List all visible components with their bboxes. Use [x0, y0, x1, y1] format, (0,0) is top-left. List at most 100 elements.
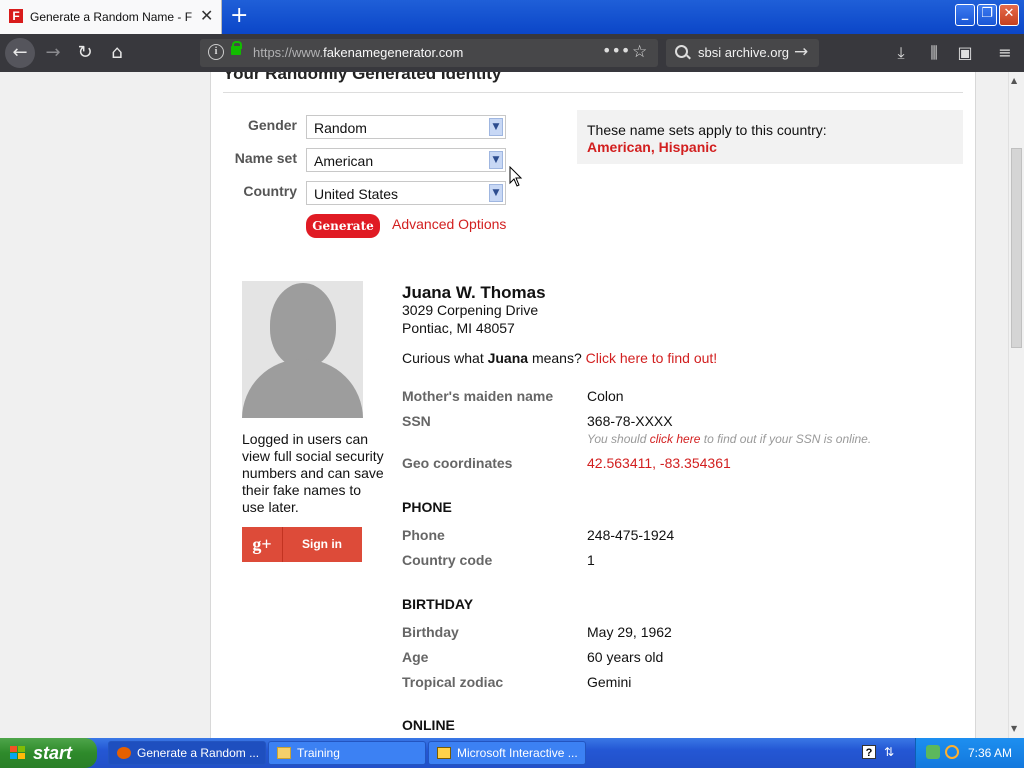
help-icon[interactable]: ?	[862, 745, 876, 759]
browser-tab-bar: F Generate a Random Name - Fake Name Gen…	[0, 0, 1024, 34]
page-actions-dots-icon[interactable]: •••	[602, 42, 630, 60]
bookmark-star-icon[interactable]: ☆	[632, 42, 647, 62]
search-icon	[675, 45, 688, 58]
start-button[interactable]: start	[0, 738, 97, 768]
address-url[interactable]: https://www.fakenamegenerator.com	[253, 45, 463, 61]
url-domain: fakenamegenerator.com	[323, 45, 464, 60]
application-icon	[437, 747, 451, 759]
browser-tab-active[interactable]: F Generate a Random Name - Fake Name Gen…	[0, 0, 222, 34]
search-input[interactable]: sbsi archive.org	[698, 45, 789, 61]
avatar-silhouette	[242, 281, 363, 418]
namesets-links: American, Hispanic	[587, 139, 717, 155]
zodiac-label: Tropical zodiac	[402, 674, 504, 690]
download-icon[interactable]: ⤓	[889, 40, 913, 66]
windows-flag-icon	[10, 746, 26, 760]
country-label: Country	[243, 183, 297, 199]
curious-mid: means?	[528, 350, 586, 366]
login-note: Logged in users can view full social sec…	[242, 431, 384, 515]
avatar-body	[242, 359, 363, 418]
divider	[223, 92, 963, 93]
window-restore-button[interactable]: ❐	[977, 4, 997, 26]
sidebar-toggle-icon[interactable]: ▣	[953, 40, 977, 66]
avatar-head	[270, 283, 336, 367]
browser-nav-bar: ← → ↻ ⌂ i https://www.fakenamegenerator.…	[0, 34, 1024, 72]
tab-title: Generate a Random Name - Fake Name Gener…	[30, 10, 192, 24]
geo-label: Geo coordinates	[402, 455, 513, 471]
curious-name: Juana	[487, 350, 529, 366]
chevron-down-icon[interactable]: ▼	[489, 118, 503, 136]
forward-arrow-icon[interactable]: →	[40, 40, 66, 66]
name-meaning-link[interactable]: Click here to find out!	[586, 350, 718, 366]
hamburger-menu-icon[interactable]: ≡	[993, 40, 1017, 66]
taskbar-item-microsoft-interactive[interactable]: Microsoft Interactive ...	[428, 741, 586, 765]
ssn-note-post: to find out if your SSN is online.	[700, 432, 872, 446]
nameset-link-hispanic[interactable]: Hispanic	[659, 139, 717, 155]
page-scrollbar[interactable]: ▲ ▼	[1008, 72, 1024, 738]
network-icon[interactable]: ⇅	[884, 744, 894, 760]
folder-icon	[277, 747, 291, 759]
windows-taskbar: start Generate a Random ... Training Mic…	[0, 738, 1024, 768]
phone-label: Phone	[402, 527, 445, 543]
country-select[interactable]: United States ▼	[306, 181, 506, 205]
age-value: 60 years old	[587, 649, 664, 665]
online-section-heading: ONLINE	[402, 717, 455, 733]
gender-select-value: Random	[314, 120, 367, 136]
identity-city: Pontiac, MI 48057	[402, 320, 515, 336]
tray-search-icon[interactable]	[945, 745, 959, 759]
scroll-down-arrow-icon[interactable]: ▼	[1011, 724, 1017, 734]
google-plus-signin-button[interactable]: g+ Sign in	[242, 527, 362, 562]
scrollbar-thumb[interactable]	[1011, 148, 1022, 348]
firefox-icon	[117, 747, 131, 759]
scroll-up-arrow-icon[interactable]: ▲	[1011, 76, 1017, 86]
birthday-label: Birthday	[402, 624, 459, 640]
geo-coordinates-link[interactable]: 42.563411, -83.354361	[587, 455, 731, 472]
search-go-arrow-icon[interactable]: →	[794, 42, 808, 62]
taskbar-item-firefox[interactable]: Generate a Random ...	[108, 741, 266, 765]
nameset-link-american[interactable]: American	[587, 139, 651, 155]
window-close-button[interactable]: ✕	[999, 4, 1019, 26]
chevron-down-icon[interactable]: ▼	[489, 184, 503, 202]
tab-close-icon[interactable]: ✕	[200, 8, 213, 24]
reload-icon[interactable]: ↻	[72, 40, 98, 66]
country-select-value: United States	[314, 186, 399, 202]
signin-label: Sign in	[302, 537, 342, 551]
identity-street: 3029 Corpening Drive	[402, 302, 539, 318]
ssn-note-pre: You should	[587, 432, 650, 446]
nameset-select[interactable]: American ▼	[306, 148, 506, 172]
window-minimize-button[interactable]: _	[955, 4, 975, 26]
mouse-cursor-icon	[509, 166, 523, 187]
nameset-select-value: American	[314, 153, 374, 169]
ssn-check-link[interactable]: click here	[650, 432, 701, 446]
maiden-name-label: Mother's maiden name	[402, 388, 554, 404]
phone-section-heading: PHONE	[402, 499, 452, 515]
gender-label: Gender	[247, 117, 297, 133]
system-tray: 7:36 AM	[915, 738, 1024, 768]
advanced-options-link[interactable]: Advanced Options	[392, 216, 506, 232]
birthday-section-heading: BIRTHDAY	[402, 596, 474, 612]
start-label: start	[33, 743, 73, 763]
site-info-icon[interactable]: i	[208, 44, 224, 60]
gender-select[interactable]: Random ▼	[306, 115, 506, 139]
ssn-label: SSN	[402, 413, 431, 429]
age-label: Age	[402, 649, 429, 665]
zodiac-value: Gemini	[587, 674, 632, 690]
namesets-text: These name sets apply to this country:	[587, 122, 827, 138]
search-bar[interactable]: sbsi archive.org →	[666, 39, 819, 67]
country-code-label: Country code	[402, 552, 493, 568]
taskbar-item-label: Generate a Random ...	[137, 746, 260, 760]
taskbar-item-training[interactable]: Training	[268, 741, 426, 765]
home-icon[interactable]: ⌂	[104, 40, 130, 66]
page-heading: Your Randomly Generated Identity	[223, 72, 502, 83]
tray-app-icon[interactable]	[926, 745, 940, 759]
fakename-favicon-icon: F	[9, 9, 23, 23]
address-bar[interactable]: i https://www.fakenamegenerator.com ••• …	[200, 39, 658, 67]
new-tab-plus-icon[interactable]: +	[230, 5, 248, 27]
generate-button[interactable]: Generate	[306, 214, 380, 238]
ssn-value: 368-78-XXXX	[587, 413, 673, 429]
content-panel: Your Randomly Generated Identity Gender …	[210, 72, 976, 738]
chevron-down-icon[interactable]: ▼	[489, 151, 503, 169]
back-arrow-icon[interactable]: ←	[5, 38, 35, 68]
secure-lock-icon[interactable]	[231, 41, 242, 55]
library-icon[interactable]: ⫼	[922, 40, 946, 66]
taskbar-item-label: Training	[297, 746, 340, 760]
